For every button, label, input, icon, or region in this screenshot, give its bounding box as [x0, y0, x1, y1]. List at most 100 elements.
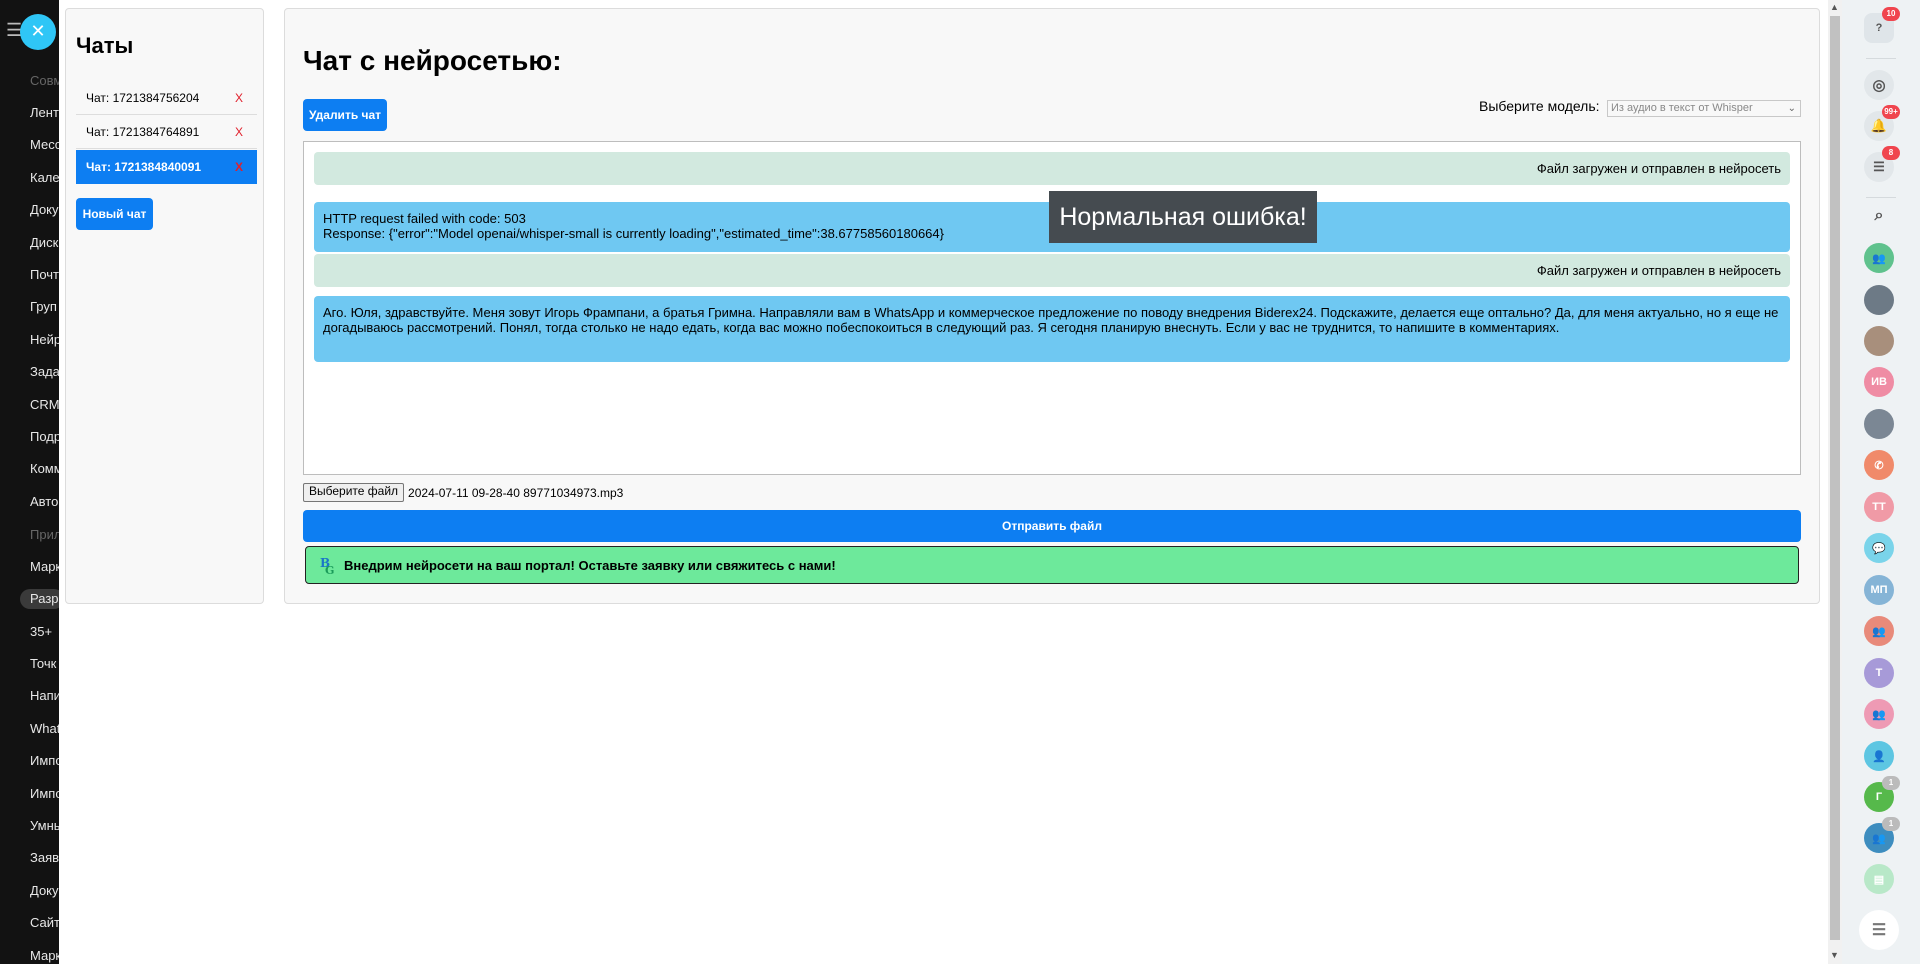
- chat-avatar[interactable]: 💬: [1864, 533, 1894, 563]
- user-avatar[interactable]: [1864, 285, 1894, 315]
- menu-item[interactable]: Почт: [30, 267, 59, 282]
- chat-bubble-icon: 💬: [1872, 542, 1886, 555]
- group-chat-avatar[interactable]: 👥: [1864, 616, 1894, 646]
- copilot-button[interactable]: ◎: [1864, 70, 1894, 100]
- group-icon: 👥: [1872, 708, 1886, 721]
- scrollbar-thumb[interactable]: [1830, 16, 1840, 940]
- open-line-avatar[interactable]: 👤: [1864, 741, 1894, 771]
- menu-item[interactable]: Импо: [30, 753, 60, 768]
- menu-item[interactable]: Заяв: [30, 850, 59, 865]
- menu-item[interactable]: Лент: [30, 105, 59, 120]
- right-sidebar: ? 10 ◎ 🔔 99+ ☰ 8 ⌕ 👥 ИВ ✆ ТТ 💬 МП 👥 Т 👥 …: [1842, 0, 1920, 964]
- menu-item[interactable]: Напи: [30, 688, 60, 703]
- search-button[interactable]: ⌕: [1864, 200, 1894, 230]
- menu-item[interactable]: 35+: [30, 624, 52, 639]
- menu-item[interactable]: Сайт: [30, 915, 60, 930]
- divider: [1866, 197, 1896, 198]
- model-select[interactable]: Из аудио в текст от Whisper ⌄: [1607, 100, 1801, 117]
- svg-text:G: G: [325, 564, 334, 575]
- menu-item[interactable]: CRM: [30, 397, 60, 412]
- menu-item[interactable]: Груп: [30, 299, 57, 314]
- news-avatar[interactable]: ▤: [1864, 864, 1894, 894]
- promo-banner[interactable]: B G Внедрим нейросети на ваш портал! Ост…: [305, 546, 1799, 584]
- file-name: 2024-07-11 09-28-40 89771034973.mp3: [408, 485, 624, 500]
- close-slider-button[interactable]: ✕: [20, 14, 56, 50]
- user-avatar[interactable]: [1864, 326, 1894, 356]
- menu-item[interactable]: Авто: [30, 494, 58, 509]
- group-chat-avatar[interactable]: 👥: [1864, 699, 1894, 729]
- clock-user-icon: 👤: [1872, 750, 1886, 763]
- chat-item-label: Чат: 1721384840091: [86, 160, 202, 174]
- delete-chat-x[interactable]: X: [235, 91, 243, 105]
- menu-item[interactable]: Прил: [30, 527, 60, 542]
- avatar-initial: Г: [1875, 791, 1883, 803]
- group-chat-avatar[interactable]: 👥: [1864, 243, 1894, 273]
- menu-item[interactable]: Доку: [30, 202, 59, 217]
- chat-item[interactable]: Чат: 1721384756204 X: [76, 81, 257, 115]
- background-menu: ☰ Совм Лент Месс Кале Доку Диск Почт Груп Нейр За…: [0, 0, 60, 964]
- menu-item[interactable]: Совм: [30, 73, 60, 88]
- menu-item[interactable]: Импо: [30, 786, 60, 801]
- menu-item[interactable]: Разр: [30, 591, 59, 606]
- scroll-up-icon[interactable]: ▲: [1830, 2, 1839, 12]
- menu-item[interactable]: Комм: [30, 461, 60, 476]
- menu-button[interactable]: ☰: [1859, 910, 1899, 950]
- close-icon: ✕: [30, 21, 46, 42]
- menu-item[interactable]: Доку: [30, 883, 59, 898]
- menu-item[interactable]: Марк: [30, 559, 60, 574]
- group-icon: 👥: [1872, 832, 1886, 845]
- avatar-mp[interactable]: МП: [1864, 575, 1894, 605]
- chat-item-label: Чат: 1721384764891: [86, 124, 200, 139]
- menu-item[interactable]: Месс: [30, 137, 60, 152]
- promo-text: Внедрим нейросети на ваш портал! Оставьт…: [344, 557, 836, 573]
- system-message: Файл загружен и отправлен в нейросеть: [314, 152, 1790, 185]
- chat-item-active[interactable]: Чат: 1721384840091 X: [76, 150, 257, 184]
- chat-item[interactable]: Чат: 1721384764891 X: [76, 115, 257, 149]
- menu-item[interactable]: Кале: [30, 170, 60, 185]
- phone-icon: ✆: [1874, 459, 1884, 472]
- delete-chat-button[interactable]: Удалить чат: [303, 99, 387, 131]
- list-icon: ☰: [1871, 922, 1887, 939]
- bot-message: Аго. Юля, здравствуйте. Меня зовут Игорь…: [314, 296, 1790, 362]
- choose-file-button[interactable]: Выберите файл: [303, 483, 405, 502]
- avatar-t[interactable]: Т: [1864, 658, 1894, 688]
- page-title: Чат с нейросетью:: [303, 45, 562, 76]
- menu-item[interactable]: Точк: [30, 656, 56, 671]
- menu-item[interactable]: Зада: [30, 364, 60, 379]
- delete-chat-x[interactable]: X: [235, 160, 243, 174]
- divider: [1866, 58, 1896, 59]
- menu-item[interactable]: Марк: [30, 948, 60, 963]
- menu-item[interactable]: Нейр: [30, 332, 60, 347]
- scrollbar[interactable]: ▲ ▼: [1828, 0, 1842, 964]
- message-text: Файл загружен и отправлен в нейросеть: [1536, 263, 1781, 278]
- menu-item[interactable]: What: [30, 721, 60, 736]
- avatar-g[interactable]: Г 1: [1864, 776, 1900, 812]
- search-icon: ⌕: [1874, 205, 1884, 224]
- user-avatar[interactable]: [1864, 409, 1894, 439]
- menu-item[interactable]: Умны: [30, 818, 60, 833]
- menu-item[interactable]: Подр: [30, 429, 60, 444]
- scroll-down-icon[interactable]: ▼: [1830, 950, 1839, 960]
- help-badge: 10: [1882, 7, 1900, 21]
- menu-item[interactable]: Диск: [30, 235, 58, 250]
- avatar-iv[interactable]: ИВ: [1864, 367, 1894, 397]
- message-text: Аго. Юля, здравствуйте. Меня зовут Игорь…: [323, 305, 1779, 335]
- bell-icon: 🔔: [1870, 118, 1888, 133]
- group-icon: 👥: [1872, 252, 1886, 265]
- send-file-button[interactable]: Отправить файл: [303, 510, 1801, 542]
- new-chat-button[interactable]: Новый чат: [76, 198, 153, 230]
- brand-logo-icon: B G: [320, 556, 334, 575]
- call-avatar[interactable]: ✆: [1864, 450, 1894, 480]
- group-chat-avatar[interactable]: 👥 1: [1864, 817, 1900, 853]
- help-button[interactable]: ? 10: [1864, 7, 1900, 43]
- message-text: Файл загружен и отправлен в нейросеть: [1536, 161, 1781, 176]
- group-icon: 👥: [1872, 625, 1886, 638]
- messenger-button[interactable]: ☰ 8: [1864, 146, 1900, 182]
- chevron-down-icon: ⌄: [1787, 103, 1796, 114]
- file-input-row: Выберите файл 2024-07-11 09-28-40 897710…: [303, 483, 623, 502]
- chat-panel: Чат с нейросетью: Удалить чат Выберите м…: [284, 8, 1820, 604]
- delete-chat-x[interactable]: X: [235, 125, 243, 139]
- avatar-badge: 1: [1882, 817, 1900, 831]
- notifications-button[interactable]: 🔔 99+: [1864, 105, 1900, 141]
- avatar-tt[interactable]: ТТ: [1864, 492, 1894, 522]
